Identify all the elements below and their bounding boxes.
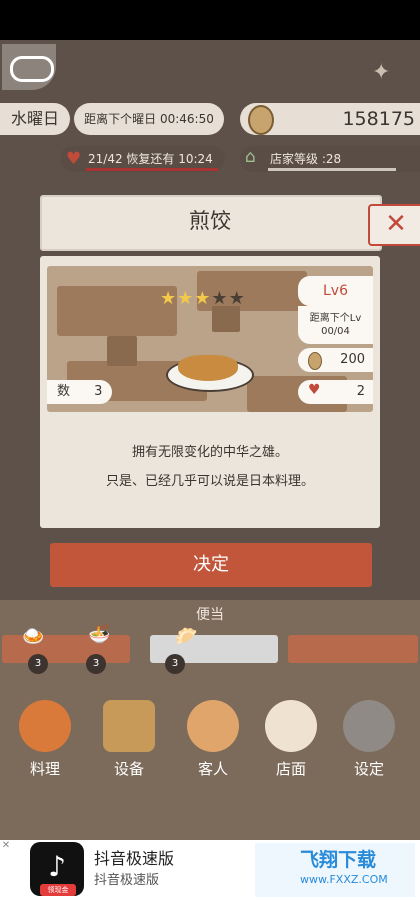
cooking-icon bbox=[19, 700, 71, 752]
star-filled-icon: ★ bbox=[177, 288, 195, 309]
sparkle-icon: ✦ bbox=[372, 60, 391, 85]
ad-app-title: 抖音极速版 bbox=[94, 849, 175, 868]
count-value: 3 bbox=[94, 384, 103, 399]
dish-level: Lv6 bbox=[298, 276, 373, 306]
nav-settings[interactable]: 设定 bbox=[334, 700, 404, 790]
ad-close-icon[interactable]: ✕ bbox=[0, 840, 12, 852]
maneki-neko-icon bbox=[265, 700, 317, 752]
nav-label: 店面 bbox=[275, 760, 306, 778]
rating-stars: ★★★★★ bbox=[160, 288, 246, 309]
next-level-info: 距离下个Lv 00/04 bbox=[298, 306, 373, 344]
shop-icon: ⌂ bbox=[245, 147, 256, 167]
description-line-2: 只是、已经几乎可以说是日本料理。 bbox=[105, 474, 314, 489]
star-empty-icon: ★ bbox=[228, 288, 246, 309]
nav-label: 客人 bbox=[197, 760, 228, 778]
bento-label: 便当 bbox=[196, 607, 224, 623]
nav-storefront[interactable]: 店面 bbox=[256, 700, 326, 790]
star-filled-icon: ★ bbox=[194, 288, 212, 309]
customers-icon bbox=[187, 700, 239, 752]
dish-count-badge: 3 bbox=[86, 654, 106, 674]
shop-building-icon bbox=[103, 700, 155, 752]
brand-url: www.FXXZ.COM bbox=[300, 873, 388, 886]
nav-label: 料理 bbox=[29, 760, 60, 778]
star-empty-icon: ★ bbox=[211, 288, 229, 309]
dish-count-badge: 3 bbox=[165, 654, 185, 674]
count-badge: 数 3 bbox=[47, 380, 112, 404]
price-value: 200 bbox=[340, 352, 365, 367]
brand-title: 飞翔下载 bbox=[300, 849, 377, 871]
weekday-label: 水曜日 bbox=[0, 103, 70, 135]
coin-icon bbox=[248, 105, 274, 135]
confirm-button[interactable]: 决定 bbox=[50, 543, 372, 587]
gyoza-icon bbox=[178, 355, 238, 381]
nav-equipment[interactable]: 设备 bbox=[94, 700, 164, 790]
next-level-label: 距离下个Lv bbox=[309, 313, 362, 324]
hearts-badge: ♥ 2 bbox=[298, 380, 373, 404]
gamepad-icon[interactable] bbox=[2, 44, 56, 90]
hearts-value: 2 bbox=[356, 384, 365, 399]
dish-count-badge: 3 bbox=[28, 654, 48, 674]
curry-dish-icon: 🍛 bbox=[22, 626, 45, 647]
coin-icon bbox=[308, 352, 322, 370]
count-label: 数 bbox=[57, 384, 71, 399]
bowl-dish-icon: 🍜 bbox=[88, 624, 111, 645]
shop-rank-bar bbox=[268, 168, 396, 171]
close-button[interactable]: ✕ bbox=[368, 204, 420, 246]
counter-slot-3[interactable] bbox=[288, 635, 418, 663]
next-level-progress: 00/04 bbox=[321, 326, 350, 337]
nav-label: 设备 bbox=[113, 760, 144, 778]
money-value: 158175 bbox=[342, 108, 415, 130]
star-filled-icon: ★ bbox=[160, 288, 178, 309]
stamina-bar bbox=[86, 168, 218, 171]
nav-label: 设定 bbox=[353, 760, 384, 778]
dish-title: 煎饺 bbox=[189, 209, 231, 233]
nav-cooking[interactable]: 料理 bbox=[10, 700, 80, 790]
ad-tag: 领现金 bbox=[40, 884, 76, 896]
ad-app-subtitle: 抖音极速版 bbox=[94, 873, 160, 888]
heart-icon: ♥ bbox=[66, 149, 82, 169]
price-badge: 200 bbox=[298, 348, 373, 372]
nav-customers[interactable]: 客人 bbox=[178, 700, 248, 790]
gyoza-dish-icon: 🥟 bbox=[175, 626, 198, 647]
description-line-1: 拥有无限变化的中华之雄。 bbox=[131, 445, 288, 460]
system-status-bar bbox=[0, 0, 420, 40]
weekday-countdown: 距离下个曜日 00:46:50 bbox=[74, 103, 224, 135]
heart-icon: ♥ bbox=[308, 382, 321, 398]
gear-icon bbox=[343, 700, 395, 752]
